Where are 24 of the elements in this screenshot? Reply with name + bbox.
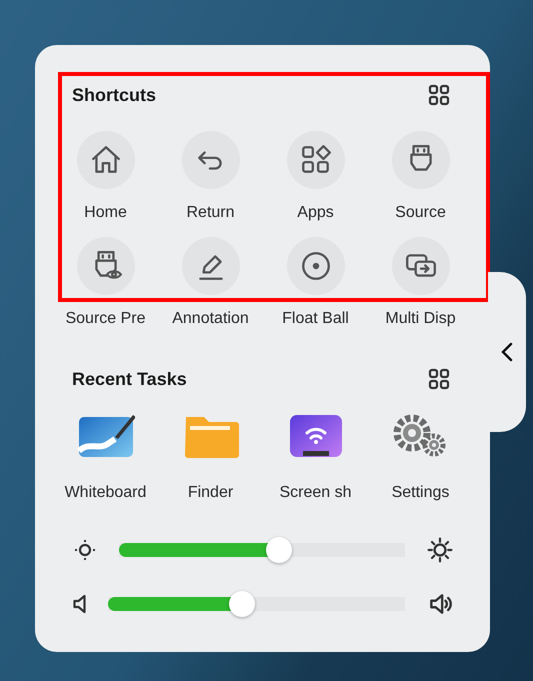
app-label: Settings bbox=[392, 483, 450, 503]
volume-low-icon bbox=[73, 594, 86, 614]
collapse-tab[interactable] bbox=[488, 272, 526, 432]
brightness-low-icon bbox=[73, 538, 97, 562]
app-label: Screen sh bbox=[279, 483, 352, 503]
shortcut-label: Return bbox=[186, 203, 235, 223]
volume-high-icon bbox=[427, 591, 453, 617]
slider-thumb[interactable] bbox=[228, 591, 255, 617]
shortcut-label: Source Pre bbox=[65, 309, 146, 329]
slider-thumb[interactable] bbox=[266, 537, 292, 563]
section-title: Shortcuts bbox=[72, 84, 156, 106]
chevron-left-icon bbox=[500, 341, 514, 363]
grid-icon[interactable] bbox=[428, 368, 450, 390]
grid-icon[interactable] bbox=[428, 84, 450, 106]
shortcut-label: Annotation bbox=[172, 309, 249, 329]
shortcut-label: Source bbox=[395, 203, 446, 223]
app-label: Finder bbox=[188, 483, 234, 503]
shortcut-label: Apps bbox=[297, 203, 334, 223]
shortcut-label: Home bbox=[84, 203, 127, 223]
app-label: Whiteboard bbox=[64, 483, 146, 503]
shortcut-label: Multi Disp bbox=[385, 309, 456, 329]
section-title: Recent Tasks bbox=[72, 368, 187, 390]
shortcut-label: Float Ball bbox=[282, 309, 349, 329]
brightness-high-icon bbox=[427, 537, 453, 563]
